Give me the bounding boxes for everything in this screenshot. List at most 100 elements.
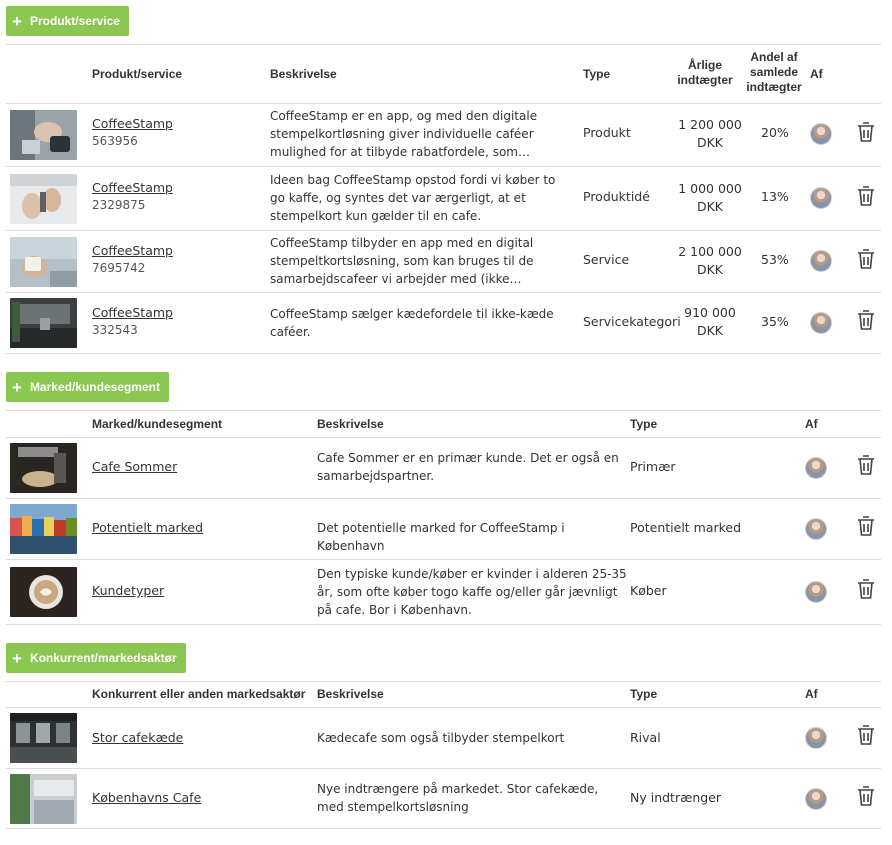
- add-market-label: Marked/kundesegment: [29, 380, 160, 394]
- product-revenue-currency: DKK: [696, 135, 724, 150]
- author-avatar[interactable]: [805, 581, 827, 603]
- product-thumbnail: [10, 298, 77, 348]
- market-thumbnail: [10, 567, 77, 617]
- trash-icon[interactable]: [857, 725, 875, 745]
- header-by: Af: [810, 67, 823, 81]
- product-revenue-amount: 2 100 000: [678, 244, 742, 259]
- products-header: Produkt/service Beskrivelse Type Årlige …: [6, 44, 881, 104]
- table-row[interactable]: Stor cafekæde Kædecafe som også tilbyder…: [6, 708, 881, 769]
- header-name: Marked/kundesegment: [92, 417, 223, 431]
- competitor-name-link[interactable]: Københavns Cafe: [92, 790, 201, 805]
- header-by: Af: [805, 417, 818, 431]
- markets-table: Marked/kundesegment Beskrivelse Type Af …: [6, 410, 881, 625]
- market-name-link[interactable]: Kundetyper: [92, 583, 164, 598]
- header-desc: Beskrivelse: [317, 687, 384, 701]
- add-product-label: Produkt/service: [29, 14, 120, 28]
- competitor-type: Rival: [630, 730, 661, 745]
- author-avatar[interactable]: [805, 788, 827, 810]
- product-revenue-currency: DKK: [696, 323, 724, 338]
- competitor-description: Kædecafe som også tilbyder stempelkort: [317, 731, 565, 745]
- header-by: Af: [805, 687, 818, 701]
- product-revenue-amount: 910 000: [684, 305, 736, 320]
- table-row[interactable]: CoffeeStamp 563956 CoffeeStamp er en app…: [6, 104, 881, 167]
- trash-icon[interactable]: [857, 249, 875, 269]
- table-row[interactable]: Københavns Cafe Nye indtrængere på marke…: [6, 769, 881, 829]
- product-revenue-currency: DKK: [696, 262, 724, 277]
- header-revenue: Årlige indtægter: [677, 58, 733, 87]
- header-share: Andel af samlede indtægter: [746, 50, 802, 94]
- plus-icon: +: [12, 648, 22, 668]
- header-type: Type: [630, 687, 658, 701]
- header-name: Konkurrent eller anden markedsaktør: [92, 687, 306, 701]
- competitor-name-link[interactable]: Stor cafekæde: [92, 730, 183, 745]
- product-description: CoffeeStamp er en app, og med den digita…: [270, 109, 538, 159]
- product-share: 13%: [761, 189, 789, 204]
- competitor-description: Nye indtrængere på markedet. Stor cafekæ…: [317, 782, 599, 814]
- trash-icon[interactable]: [857, 786, 875, 806]
- table-row[interactable]: Cafe Sommer Cafe Sommer er en primær kun…: [6, 438, 881, 499]
- product-description: CoffeeStamp tilbyder en app med en digit…: [270, 236, 534, 286]
- market-name-link[interactable]: Cafe Sommer: [92, 459, 177, 474]
- trash-icon[interactable]: [857, 579, 875, 599]
- product-revenue-amount: 1 000 000: [678, 181, 742, 196]
- author-avatar[interactable]: [805, 727, 827, 749]
- trash-icon[interactable]: [857, 516, 875, 536]
- table-row[interactable]: Kundetyper Den typiske kunde/køber er kv…: [6, 560, 881, 625]
- add-competitor-button[interactable]: + Konkurrent/markedsaktør: [6, 643, 186, 673]
- trash-icon[interactable]: [857, 122, 875, 142]
- competitors-header: Konkurrent eller anden markedsaktør Besk…: [6, 681, 881, 708]
- product-type: Produkt: [583, 125, 631, 140]
- market-type: Køber: [630, 583, 667, 598]
- trash-icon[interactable]: [857, 455, 875, 475]
- market-name-link[interactable]: Potentielt marked: [92, 520, 203, 535]
- product-revenue-currency: DKK: [696, 199, 724, 214]
- product-name-link[interactable]: CoffeeStamp: [92, 180, 173, 195]
- trash-icon[interactable]: [857, 310, 875, 330]
- table-row[interactable]: CoffeeStamp 332543 CoffeeStamp sælger kæ…: [6, 293, 881, 354]
- trash-icon[interactable]: [857, 186, 875, 206]
- market-description: Cafe Sommer er en primær kunde. Det er o…: [317, 451, 619, 483]
- product-revenue-amount: 1 200 000: [678, 117, 742, 132]
- product-thumbnail: [10, 110, 77, 160]
- product-id: 563956: [92, 134, 138, 148]
- add-market-button[interactable]: + Marked/kundesegment: [6, 372, 169, 402]
- market-description: Den typiske kunde/køber er kvinder i ald…: [317, 567, 627, 617]
- markets-header: Marked/kundesegment Beskrivelse Type Af: [6, 410, 881, 438]
- author-avatar[interactable]: [805, 457, 827, 479]
- table-row[interactable]: Potentielt marked Det potentielle marked…: [6, 499, 881, 560]
- author-avatar[interactable]: [810, 312, 832, 334]
- market-type: Primær: [630, 459, 676, 474]
- competitors-table: Konkurrent eller anden markedsaktør Besk…: [6, 681, 881, 829]
- table-row[interactable]: CoffeeStamp 7695742 CoffeeStamp tilbyder…: [6, 231, 881, 293]
- product-name-link[interactable]: CoffeeStamp: [92, 305, 173, 320]
- products-table: Produkt/service Beskrivelse Type Årlige …: [6, 44, 881, 354]
- product-type: Servicekategori: [583, 314, 681, 329]
- product-share: 53%: [761, 252, 789, 267]
- header-type: Type: [630, 417, 658, 431]
- market-description: Det potentielle marked for CoffeeStamp i…: [317, 521, 565, 553]
- market-thumbnail: [10, 504, 77, 554]
- header-desc: Beskrivelse: [270, 67, 337, 81]
- plus-icon: +: [12, 11, 22, 31]
- plus-icon: +: [12, 377, 22, 397]
- product-name-link[interactable]: CoffeeStamp: [92, 116, 173, 131]
- market-type: Potentielt marked: [630, 520, 742, 535]
- product-thumbnail: [10, 237, 77, 287]
- product-description: Ideen bag CoffeeStamp opstod fordi vi kø…: [270, 173, 556, 223]
- author-avatar[interactable]: [810, 250, 832, 272]
- product-thumbnail: [10, 174, 77, 224]
- add-product-button[interactable]: + Produkt/service: [6, 6, 129, 36]
- product-name-link[interactable]: CoffeeStamp: [92, 243, 173, 258]
- header-name: Produkt/service: [92, 67, 183, 81]
- author-avatar[interactable]: [810, 123, 832, 145]
- product-description: CoffeeStamp sælger kædefordele til ikke-…: [270, 307, 554, 339]
- product-id: 2329875: [92, 198, 146, 212]
- table-row[interactable]: CoffeeStamp 2329875 Ideen bag CoffeeStam…: [6, 167, 881, 231]
- competitor-type: Ny indtrænger: [630, 790, 722, 805]
- product-share: 20%: [761, 125, 789, 140]
- author-avatar[interactable]: [805, 518, 827, 540]
- product-type: Produktidé: [583, 189, 650, 204]
- product-type: Service: [583, 252, 630, 267]
- product-id: 332543: [92, 323, 138, 337]
- author-avatar[interactable]: [810, 187, 832, 209]
